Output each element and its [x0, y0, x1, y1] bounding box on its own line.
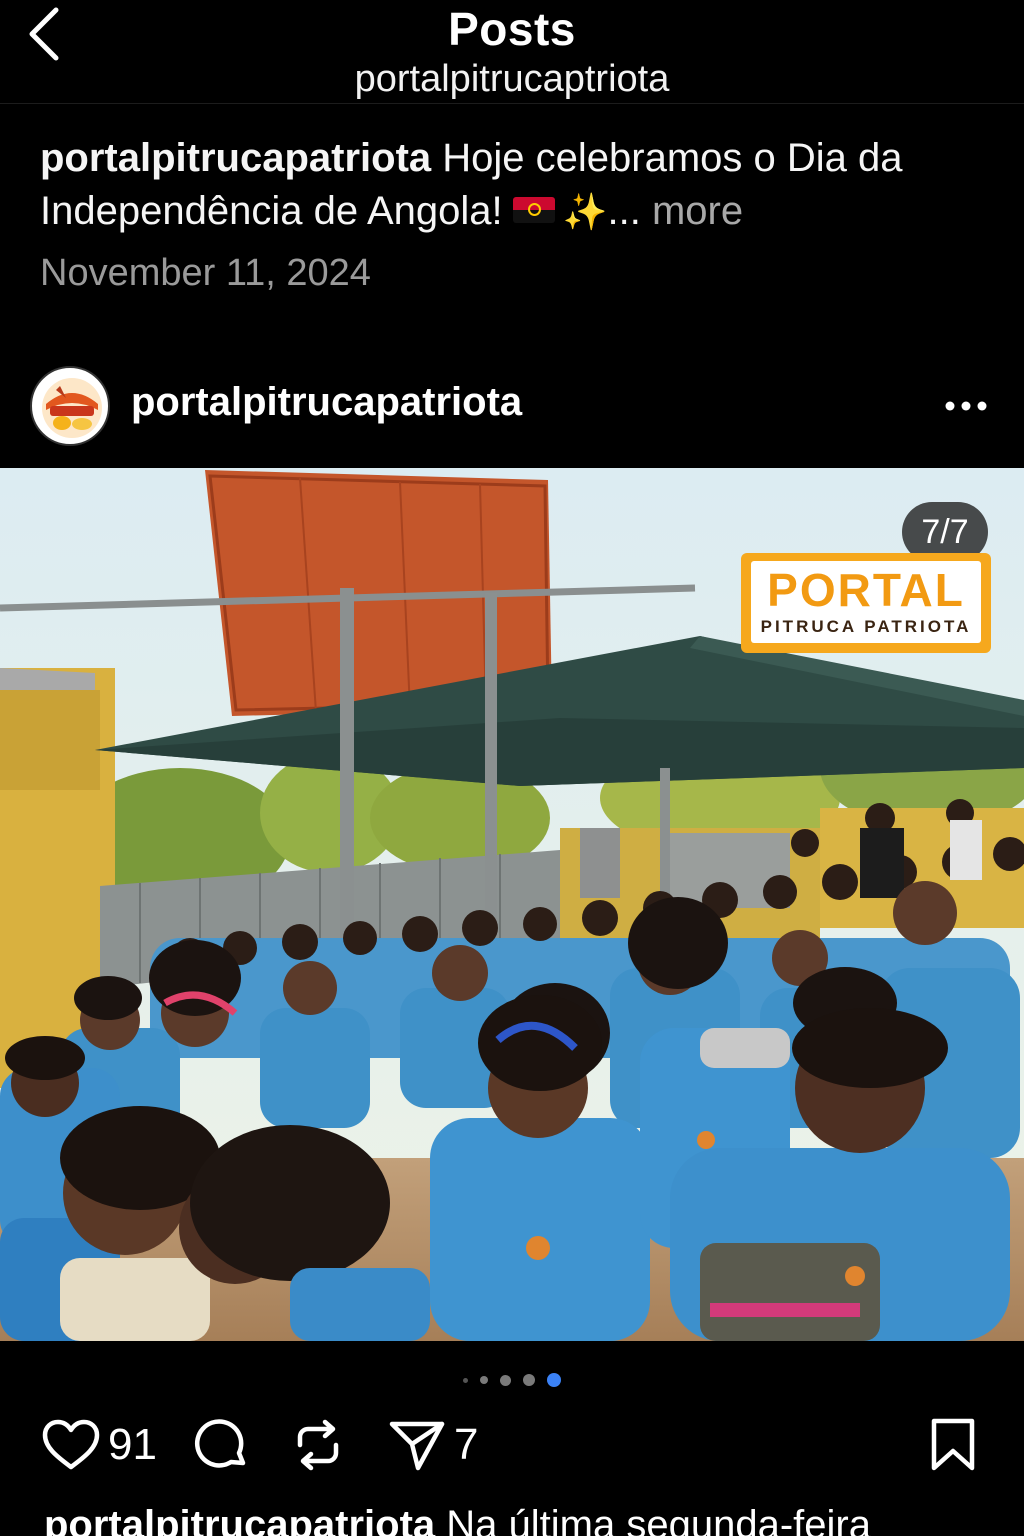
caption-text: Na última segunda-feira: [446, 1503, 871, 1536]
carousel-dot-active: [547, 1373, 561, 1387]
previous-post-caption: portalpitrucapatriota Hoje celebramos o …: [40, 132, 1010, 238]
portal-watermark-logo: PORTAL PITRUCA PATRIOTA: [741, 553, 991, 653]
post-header: portalpitrucapatriota: [0, 360, 1024, 452]
save-button[interactable]: [928, 1410, 978, 1480]
post-photo[interactable]: 7/7 PORTAL PITRUCA PATRIOTA: [0, 468, 1024, 1341]
post-author-username[interactable]: portalpitrucapatriota: [131, 380, 522, 425]
caption-username[interactable]: portalpitrucapatriota: [40, 136, 431, 180]
post-date: November 11, 2024: [40, 252, 371, 294]
angola-flag-icon: [512, 197, 555, 224]
heart-icon: [42, 1419, 100, 1470]
post-action-bar: 91 7: [0, 1410, 1024, 1480]
watermark-title: PORTAL: [767, 564, 965, 616]
more-horizontal-icon: [945, 401, 987, 411]
post-options-button[interactable]: [938, 386, 994, 426]
carousel-indicator: [0, 1372, 1024, 1388]
top-header: Posts portalpitrucaptriota: [0, 0, 1024, 104]
caption-ellipsis: ...: [607, 189, 641, 233]
comment-icon: [194, 1419, 246, 1468]
carousel-dot: [523, 1374, 535, 1386]
avatar[interactable]: [30, 366, 110, 446]
watermark-subtitle: PITRUCA PATRIOTA: [760, 617, 972, 636]
send-icon: [389, 1421, 445, 1471]
page-subtitle-username: portalpitrucaptriota: [354, 58, 670, 100]
carousel-dot: [463, 1377, 468, 1383]
comment-button[interactable]: [193, 1410, 249, 1480]
carousel-dot: [480, 1376, 488, 1384]
share-button[interactable]: 7: [388, 1410, 478, 1480]
bookmark-icon: [931, 1418, 975, 1471]
instagram-posts-screen: Posts portalpitrucaptriota portalpitruca…: [0, 0, 1024, 1536]
caption-username[interactable]: portalpitrucapatriota: [44, 1503, 435, 1536]
sparkles-icon: ✨: [562, 191, 608, 232]
profile-logo-icon: [38, 374, 106, 442]
repost-button[interactable]: [290, 1410, 346, 1480]
post-caption: portalpitrucapatriota Na última segunda-…: [44, 1500, 1014, 1536]
like-count: 91: [108, 1420, 157, 1469]
share-count: 7: [454, 1420, 479, 1469]
carousel-dot: [500, 1374, 511, 1386]
repost-icon: [297, 1419, 339, 1471]
page-title: Posts: [448, 3, 576, 55]
more-link[interactable]: more: [652, 189, 743, 233]
like-button[interactable]: 91: [42, 1410, 157, 1480]
